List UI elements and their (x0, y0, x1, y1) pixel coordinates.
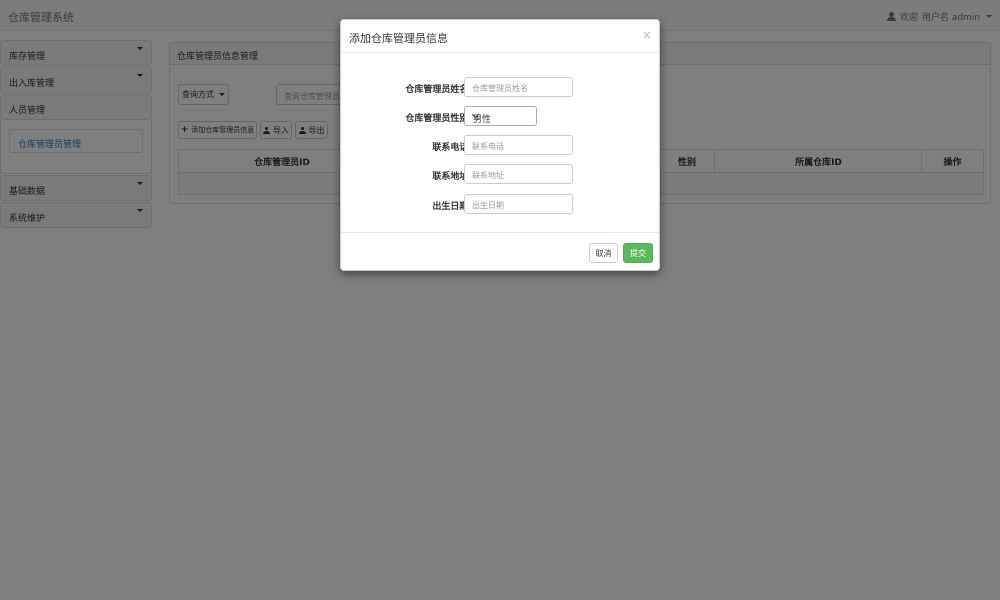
address-input[interactable]: 联系地址 (464, 164, 573, 184)
form-row-name: 仓库管理员姓名: 仓库管理员姓名 (341, 77, 661, 97)
submit-button[interactable]: 提交 (623, 243, 653, 263)
dialog-header: 添加仓库管理员信息 × (341, 20, 659, 53)
gender-label: 仓库管理员性别: (405, 114, 472, 124)
close-icon[interactable]: × (642, 28, 652, 42)
name-label: 仓库管理员姓名: (405, 85, 472, 95)
birthdate-placeholder: 出生日期 (472, 201, 504, 210)
name-input[interactable]: 仓库管理员姓名 (464, 77, 573, 97)
phone-input[interactable]: 联系电话 (464, 135, 573, 155)
submit-label: 提交 (630, 248, 646, 258)
form-row-birthdate: 出生日期: 出生日期 (341, 194, 661, 214)
gender-select[interactable]: 男性 (464, 106, 537, 126)
birthdate-input[interactable]: 出生日期 (464, 194, 573, 214)
add-manager-dialog: 添加仓库管理员信息 × 仓库管理员姓名: 仓库管理员姓名 仓库管理员性别: 男性… (340, 19, 660, 271)
cancel-label: 取消 (595, 248, 612, 258)
form-row-address: 联系地址: 联系地址 (341, 164, 661, 184)
form-row-gender: 仓库管理员性别: 男性 (341, 106, 661, 126)
form-row-phone: 联系电话: 联系电话 (341, 135, 661, 155)
name-placeholder: 仓库管理员姓名 (472, 84, 528, 93)
phone-placeholder: 联系电话 (472, 142, 504, 151)
dialog-title: 添加仓库管理员信息 (349, 32, 448, 45)
dialog-footer: 取消 提交 (341, 232, 659, 271)
address-placeholder: 联系地址 (472, 171, 504, 180)
cancel-button[interactable]: 取消 (589, 243, 618, 263)
